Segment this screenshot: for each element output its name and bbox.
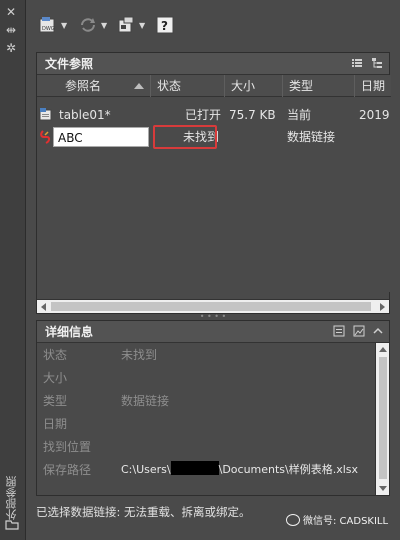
change-path-icon [118, 16, 134, 33]
vertical-scrollbar[interactable] [375, 343, 389, 495]
scrollbar-thumb[interactable] [379, 357, 387, 479]
watermark: 微信号: CADSKILL [286, 512, 388, 527]
column-headers: 参照名 状态 大小 类型 日期 [37, 75, 391, 97]
column-header-name[interactable]: 参照名 [53, 75, 151, 97]
ref-name: table01* [59, 108, 111, 122]
scroll-left-icon[interactable] [41, 303, 46, 311]
file-references-header: 文件参照 [37, 53, 389, 75]
close-icon[interactable]: ✕ [6, 6, 16, 18]
autohide-icon[interactable]: ⇹ [6, 24, 16, 36]
help-button[interactable]: ? [156, 14, 174, 36]
file-references-title: 文件参照 [45, 57, 94, 71]
preview-icon[interactable] [353, 325, 365, 337]
svg-text:?: ? [161, 19, 168, 33]
details-header: 详细信息 [37, 321, 389, 343]
column-header-size[interactable]: 大小 [225, 75, 283, 97]
details-title: 详细信息 [45, 325, 94, 339]
ref-status: 已打开 [185, 108, 222, 122]
collapse-icon[interactable] [373, 325, 383, 337]
palette-title: 外部参照 [5, 476, 18, 520]
ref-type: 当前 [287, 108, 312, 122]
details-list: 状态 未找到 大小 类型 数据链接 日期 找到位置 保存路径 C:\Users\… [37, 343, 391, 495]
palette-bottom-icon[interactable] [5, 518, 19, 530]
toolbar: DWG ▼ ▼ ▼ ? [26, 10, 400, 40]
table-row[interactable]: ABC 未找到 数据链接 [37, 125, 391, 149]
change-path-button[interactable]: ▼ [116, 14, 145, 36]
saved-path-value: C:\Users\ \Documents\样例表格.xlsx [121, 461, 359, 476]
dropdown-arrow-icon[interactable]: ▼ [139, 21, 145, 30]
xref-palette: DWG ▼ ▼ ▼ ? 文件参照 参照名 状态 大小 类型 日期 table01… [26, 0, 400, 540]
details-panel: 详细信息 状态 未找到 大小 类型 数据链接 日期 找到位置 保存路径 C:\U… [36, 320, 390, 496]
svg-text:DWG: DWG [42, 26, 55, 32]
dropdown-arrow-icon[interactable]: ▼ [101, 21, 107, 30]
attach-dwg-button[interactable]: DWG ▼ [38, 14, 67, 36]
scroll-right-icon[interactable] [380, 303, 385, 311]
column-header-status[interactable]: 状态 [151, 75, 225, 97]
ref-type: 数据链接 [287, 130, 336, 144]
broken-link-icon [40, 130, 51, 144]
sort-ascending-icon [134, 83, 144, 89]
tree-view-icon[interactable] [371, 57, 383, 69]
scrollbar-thumb[interactable] [51, 302, 371, 311]
column-header-type[interactable]: 类型 [283, 75, 355, 97]
dropdown-arrow-icon[interactable]: ▼ [61, 21, 67, 30]
ref-date: 2019 [359, 108, 390, 122]
help-icon: ? [156, 16, 174, 34]
ref-name-edit-field[interactable]: ABC [53, 127, 149, 147]
file-references-panel: 文件参照 参照名 状态 大小 类型 日期 table01* 已打开 75.7 K… [36, 52, 391, 314]
horizontal-scrollbar[interactable] [37, 299, 389, 313]
details-view-icon[interactable] [333, 325, 345, 337]
column-header-date[interactable]: 日期 [355, 75, 391, 97]
current-drawing-icon [39, 108, 52, 121]
wechat-icon [286, 513, 300, 526]
refresh-button[interactable]: ▼ [78, 14, 107, 36]
scroll-up-icon[interactable] [379, 347, 387, 352]
status-highlight-box [153, 125, 217, 149]
properties-icon[interactable]: ✲ [6, 42, 16, 54]
attach-dwg-icon: DWG [39, 17, 55, 33]
table-row[interactable]: table01* 已打开 75.7 KB 当前 2019 [37, 105, 391, 125]
list-view-icon[interactable] [351, 57, 363, 69]
file-references-list: table01* 已打开 75.7 KB 当前 2019 ABC 未找到 数据链… [37, 97, 391, 292]
refresh-icon [81, 18, 95, 32]
scroll-down-icon[interactable] [379, 486, 387, 491]
redacted-username [170, 461, 219, 475]
ref-size: 75.7 KB [229, 108, 276, 122]
palette-side-strip: ✕ ⇹ ✲ 外部参照 [0, 0, 26, 540]
